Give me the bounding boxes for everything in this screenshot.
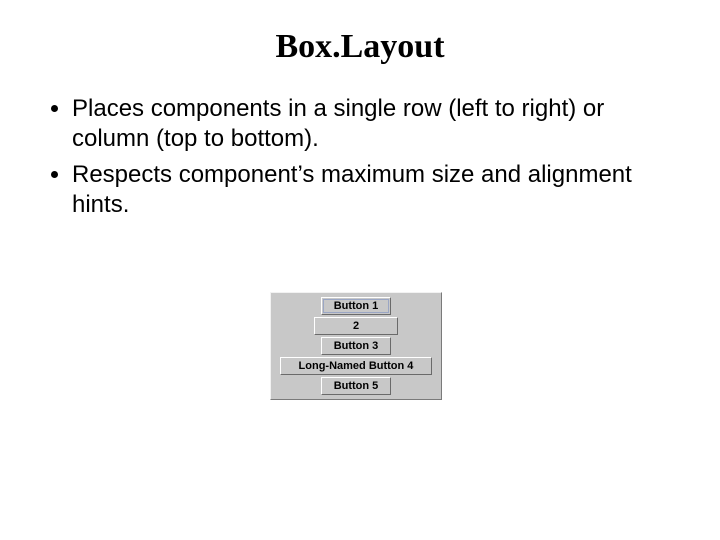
bullet-item: Respects component’s maximum size and al… [72,160,680,220]
slide: Box.Layout Places components in a single… [0,0,720,540]
demo-button-4[interactable]: Long-Named Button 4 [280,357,432,375]
bullet-list: Places components in a single row (left … [46,94,680,220]
demo-button-5[interactable]: Button 5 [321,377,391,395]
list-item: Long-Named Button 4 [271,356,441,376]
bullet-item: Places components in a single row (left … [72,94,680,154]
demo-button-1[interactable]: Button 1 [321,297,391,315]
list-item: Button 5 [271,376,441,396]
demo-button-2[interactable]: 2 [314,317,398,335]
list-item: Button 1 [271,296,441,316]
list-item: 2 [271,316,441,336]
list-item: Button 3 [271,336,441,356]
boxlayout-demo-panel: Button 1 2 Button 3 Long-Named Button 4 … [270,292,442,400]
slide-title: Box.Layout [40,28,680,66]
demo-button-3[interactable]: Button 3 [321,337,391,355]
